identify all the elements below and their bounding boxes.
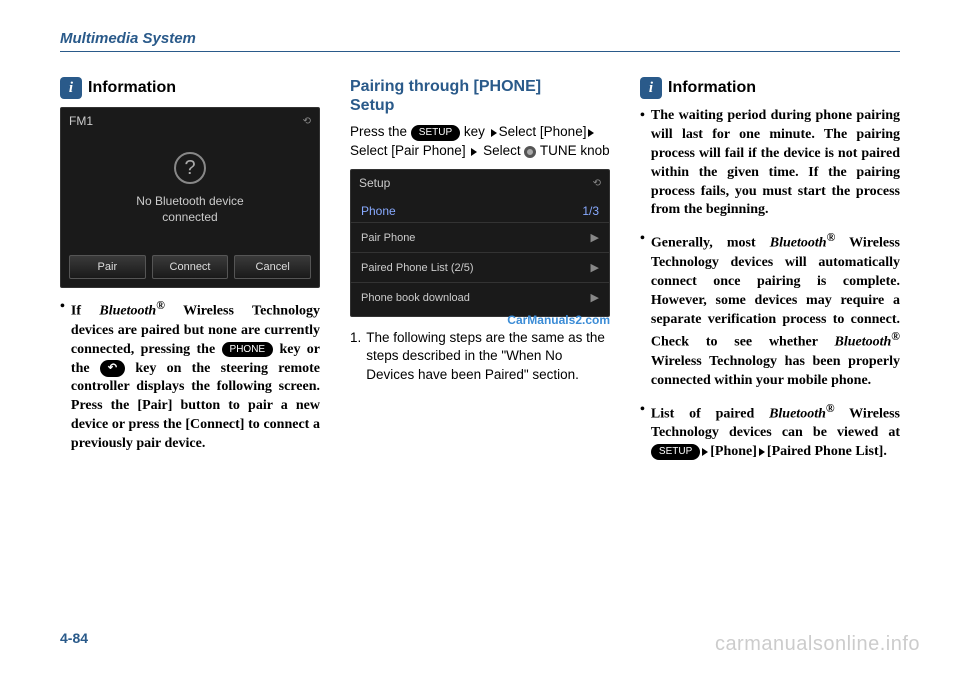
pair-button: Pair <box>69 255 146 279</box>
t: Select [Pair Phone] <box>350 143 469 158</box>
bullet-content: If Bluetooth® Wireless Technology device… <box>71 298 320 454</box>
setup-title: Setup <box>359 176 390 190</box>
call-key-icon: ↶ <box>100 360 125 377</box>
t: [Phone] <box>710 444 757 459</box>
screenshot-setup: Setup ⟲ Phone 1/3 Pair Phone ▶ Paired Ph… <box>350 169 610 317</box>
bullet-content: List of paired Bluetooth® Wireless Techn… <box>651 401 900 462</box>
chevron-right-icon: ▶ <box>591 291 599 304</box>
step-number: 1. <box>350 329 361 384</box>
setup-item-pair: Pair Phone ▶ <box>351 222 609 252</box>
t: List of paired <box>651 406 769 421</box>
t: key <box>460 124 489 139</box>
header-divider <box>60 51 900 52</box>
bullet-content: The waiting period during phone pairing … <box>651 107 900 220</box>
info-icon: i <box>640 77 662 99</box>
chevron-right-icon: ▶ <box>591 231 599 244</box>
col3-bullet-2: • Generally, most Bluetooth® Wireless Te… <box>640 230 900 390</box>
bluetooth-icon: ⟲ <box>593 178 601 189</box>
info-title-text: Information <box>668 79 756 97</box>
step-1: 1. The following steps are the same as t… <box>350 329 610 384</box>
bullet-marker: • <box>640 401 645 462</box>
bt-word: Bluetooth <box>834 335 891 350</box>
info-icon: i <box>60 77 82 99</box>
t: Wireless Technology has been properly co… <box>651 354 900 388</box>
pairing-heading: Pairing through [PHONE] Setup <box>350 77 610 115</box>
column-1: i Information FM1 ⟲ ? No Bluetooth devic… <box>60 77 320 472</box>
chevron-right-icon: ▶ <box>591 261 599 274</box>
item-label: Paired Phone List (2/5) <box>361 262 474 274</box>
t: Select [Phone] <box>499 124 587 139</box>
column-2: Pairing through [PHONE] Setup Press the … <box>350 77 610 472</box>
bt-word: Bluetooth <box>770 236 827 251</box>
reg: ® <box>891 330 900 343</box>
setup-list: Phone 1/3 Pair Phone ▶ Paired Phone List… <box>351 196 609 316</box>
col3-bullet-1: • The waiting period during phone pairin… <box>640 107 900 220</box>
info-heading-2: i Information <box>640 77 900 99</box>
connect-button: Connect <box>152 255 229 279</box>
page-number: 4-84 <box>60 630 88 646</box>
screenshot-title: FM1 <box>69 114 93 128</box>
screenshot-buttons: Pair Connect Cancel <box>61 249 319 287</box>
list-header-page: 1/3 <box>582 204 599 218</box>
watermark-center: CarManuals2.com <box>350 313 610 327</box>
heading-line2: Setup <box>350 97 394 114</box>
t: Select <box>483 143 524 158</box>
cancel-button: Cancel <box>234 255 311 279</box>
item-label: Phone book download <box>361 292 470 304</box>
setup-key-badge: SETUP <box>411 125 460 141</box>
t: Wireless Technology devices will automat… <box>651 236 900 350</box>
bullet-marker: • <box>640 107 645 220</box>
reg: ® <box>826 402 835 415</box>
item-label: Pair Phone <box>361 232 415 244</box>
bt-word: Bluetooth <box>99 304 156 319</box>
t: [Paired Phone List]. <box>767 444 887 459</box>
arrow-icon <box>702 448 708 456</box>
setup-list-header: Phone 1/3 <box>351 200 609 222</box>
col1-bullet: • If Bluetooth® Wireless Technology devi… <box>60 298 320 454</box>
screenshot-body: ? No Bluetooth device connected <box>61 134 319 249</box>
arrow-icon <box>588 129 594 137</box>
tune-knob-icon <box>524 146 536 158</box>
setup-titlebar: Setup ⟲ <box>351 170 609 196</box>
page-header: Multimedia System <box>60 30 900 47</box>
question-icon: ? <box>174 152 206 184</box>
pairing-instruction: Press the SETUP key Select [Phone] Select… <box>350 123 610 161</box>
col3-bullet-3: • List of paired Bluetooth® Wireless Tec… <box>640 401 900 462</box>
t: Press the <box>350 124 411 139</box>
watermark-bottom: carmanualsonline.info <box>715 633 920 656</box>
t: If <box>71 304 100 319</box>
info-title-text: Information <box>88 79 176 97</box>
reg: ® <box>827 231 836 244</box>
phone-key-badge: PHONE <box>222 342 274 358</box>
t: Generally, most <box>651 236 770 251</box>
bluetooth-status-icon: ⟲ <box>303 116 311 127</box>
bt-word: Bluetooth <box>769 406 826 421</box>
bullet-marker: • <box>60 298 65 454</box>
t: TUNE knob <box>540 143 610 158</box>
bullet-marker: • <box>640 230 645 390</box>
bullet-content: Generally, most Bluetooth® Wireless Tech… <box>651 230 900 390</box>
msg-line1: No Bluetooth device <box>136 194 243 208</box>
list-header-label: Phone <box>361 204 396 218</box>
setup-item-paired-list: Paired Phone List (2/5) ▶ <box>351 252 609 282</box>
info-heading-1: i Information <box>60 77 320 99</box>
screenshot-fm1: FM1 ⟲ ? No Bluetooth device connected Pa… <box>60 107 320 288</box>
column-3: i Information • The waiting period durin… <box>640 77 900 472</box>
setup-item-phonebook: Phone book download ▶ <box>351 282 609 312</box>
content-columns: i Information FM1 ⟲ ? No Bluetooth devic… <box>60 77 900 472</box>
screenshot-titlebar: FM1 ⟲ <box>61 108 319 134</box>
step-text: The following steps are the same as the … <box>366 329 610 384</box>
arrow-icon <box>471 148 477 156</box>
reg: ® <box>156 299 165 312</box>
heading-line1: Pairing through [PHONE] <box>350 78 541 95</box>
setup-key-badge: SETUP <box>651 444 700 460</box>
arrow-icon <box>759 448 765 456</box>
screenshot-message: No Bluetooth device connected <box>71 194 309 225</box>
msg-line2: connected <box>162 210 217 224</box>
arrow-icon <box>491 129 497 137</box>
